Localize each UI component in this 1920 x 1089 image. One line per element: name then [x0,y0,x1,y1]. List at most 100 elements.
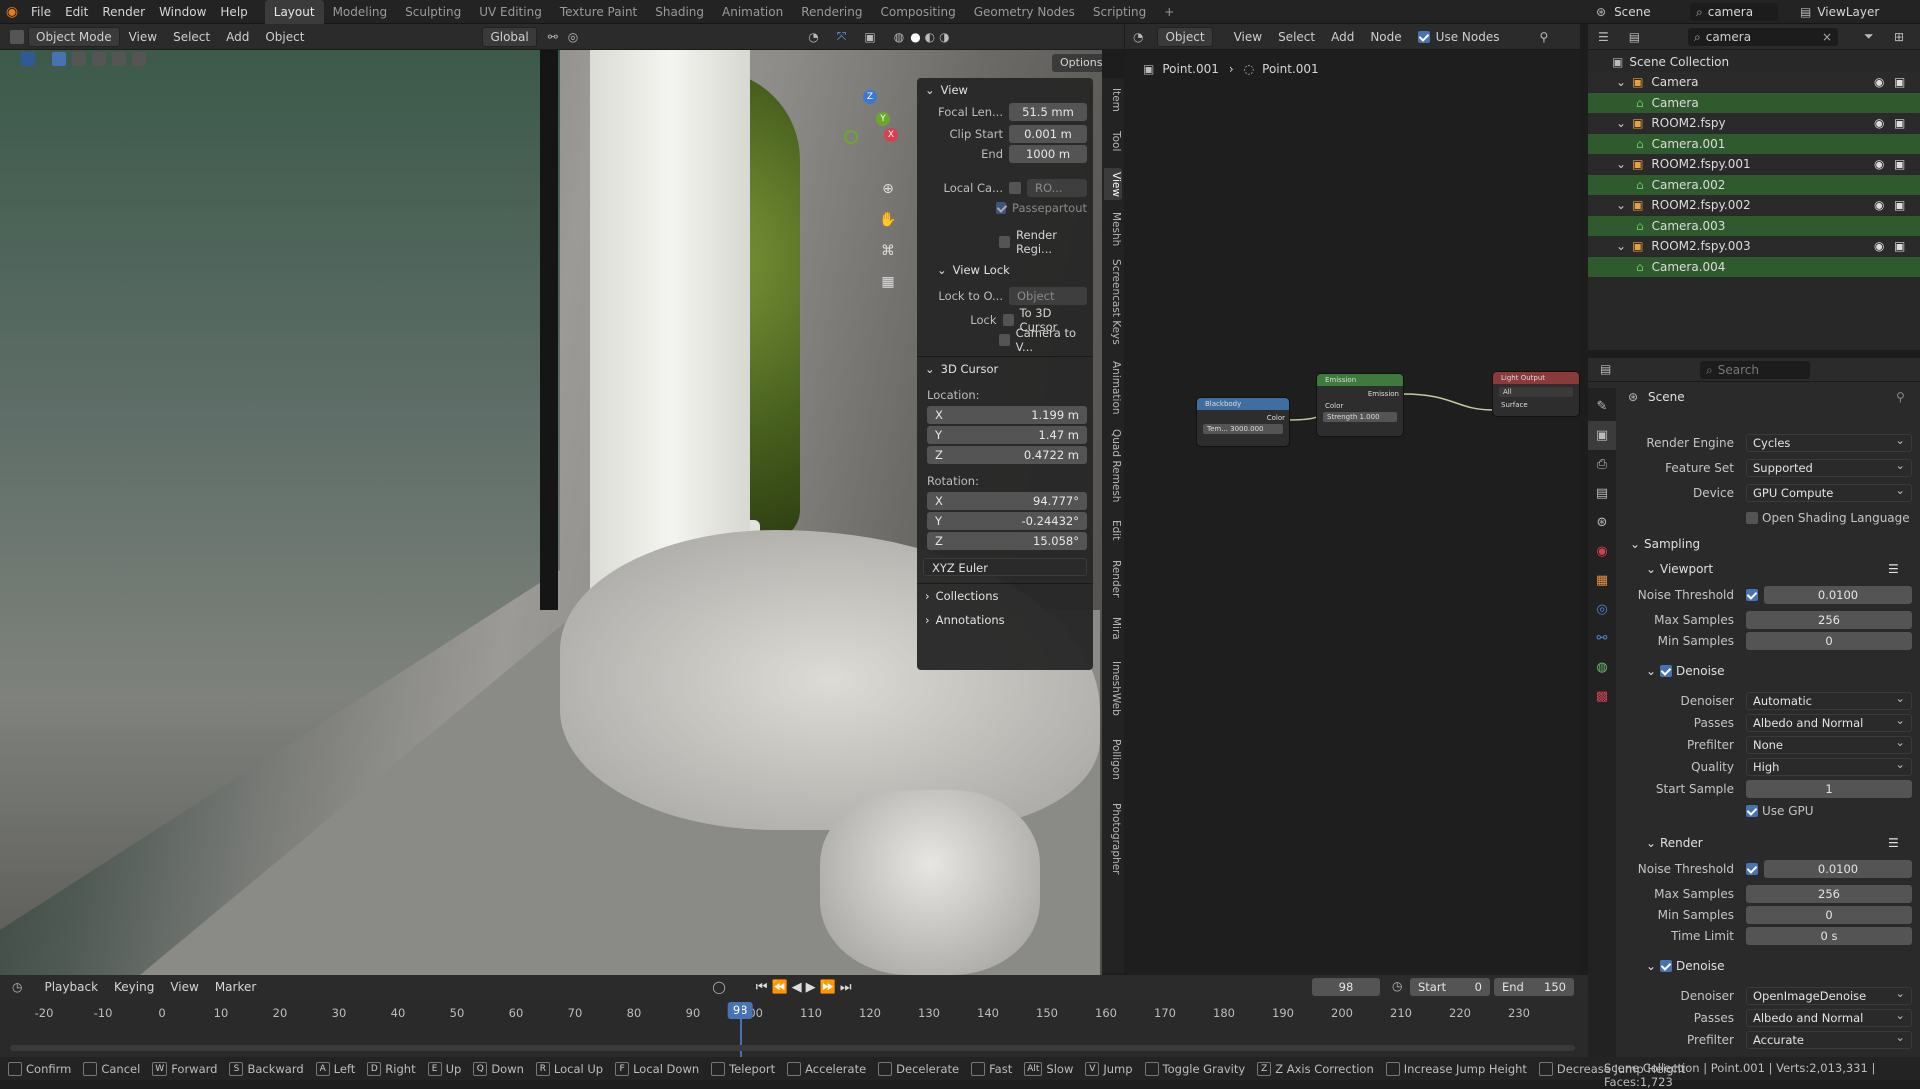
sidebar-tab-edit[interactable]: Edit [1104,516,1122,544]
properties-search-input[interactable]: ⌕ Search [1700,361,1810,379]
local-camera-checkbox[interactable] [1009,182,1021,194]
scene-search-input[interactable]: ⌕ camera [1690,3,1778,21]
collections-section-header[interactable]: › Collections [917,584,1093,608]
viewport-start-sample-field[interactable]: 1 [1746,780,1912,798]
menu-file[interactable]: File [24,0,58,24]
sidebar-tab-photographer[interactable]: Photographer [1104,796,1122,882]
select-extend-icon[interactable] [72,52,86,66]
render-denoise-section-header[interactable]: Denoise [1676,959,1725,973]
cursor-rotation-y-field[interactable]: Y -0.24432° [927,512,1087,530]
tab-animation[interactable]: Animation [713,0,792,24]
render-camera-icon[interactable]: ▣ [1894,239,1905,253]
light-output-node[interactable]: Light Output All Surface [1493,372,1579,416]
gizmo-icon[interactable]: ⤧ [837,29,847,44]
outliner-collection-row[interactable]: ⌄ ▣ ROOM2.fspy.003 ◉ ▣ [1588,236,1920,256]
cursor-rotation-z-field[interactable]: Z 15.058° [927,532,1087,550]
feature-set-dropdown[interactable]: Supported [1746,457,1912,477]
ortho-grid-icon[interactable]: ▦ [876,267,900,298]
chevron-down-icon[interactable]: ⌄ [1646,836,1656,850]
view-layer-tab-icon[interactable]: ▤ [1588,479,1616,508]
tab-shading[interactable]: Shading [646,0,713,24]
chevron-down-icon[interactable]: ⌄ [1646,664,1656,678]
camera-view-icon[interactable]: ⌘ [876,236,900,267]
render-passes-dropdown[interactable]: Albedo and Normal [1746,1007,1912,1027]
pan-hand-icon[interactable]: ✋ [876,205,900,236]
view-section-header[interactable]: ⌄ View [917,78,1093,102]
lock-to-object-field[interactable]: Object [1009,287,1087,305]
tab-modeling[interactable]: Modeling [324,0,397,24]
outliner-collection-row[interactable]: ⌄ ▣ ROOM2.fspy ◉ ▣ [1588,113,1920,133]
node-menu-select[interactable]: Select [1271,28,1322,46]
shading-solid-icon[interactable]: ● [910,30,920,44]
use-gpu-checkbox[interactable] [1746,805,1758,817]
cursor-location-y-field[interactable]: Y 1.47 m [927,426,1087,444]
viewlayer-selector[interactable]: ▤ ViewLayer [1800,2,1879,22]
emission-node[interactable]: Emission Emission Color Strength 1.000 [1317,374,1403,436]
camera-to-view-checkbox[interactable] [999,334,1010,346]
clip-end-field[interactable]: 1000 m [1009,145,1087,163]
sidebar-tab-render[interactable]: Render [1104,556,1122,602]
render-min-samples-field[interactable]: 0 [1746,906,1912,924]
node-editor-canvas[interactable]: ▣ Point.001 › ◌ Point.001 Blackbody Colo… [1125,50,1580,975]
viewport-menu-add[interactable]: Add [219,28,256,46]
render-engine-dropdown[interactable]: Cycles [1746,432,1912,452]
select-subtract-icon[interactable] [92,52,106,66]
sidebar-tab-item[interactable]: Item [1104,86,1122,114]
scene-selector[interactable]: ⊛ Scene [1596,2,1651,22]
menu-help[interactable]: Help [213,0,254,24]
sidebar-tab-imeshweb[interactable]: ImeshWeb [1104,654,1122,722]
visibility-eye-icon[interactable]: ◉ [1874,116,1884,130]
tab-texture-paint[interactable]: Texture Paint [551,0,646,24]
local-camera-field[interactable]: RO... [1027,179,1087,197]
tab-geometry-nodes[interactable]: Geometry Nodes [965,0,1084,24]
transform-orientation-dropdown[interactable]: Global [482,26,537,47]
node-menu-node[interactable]: Node [1363,28,1408,46]
outliner-collection-row[interactable]: ⌄ ▣ ROOM2.fspy.001 ◉ ▣ [1588,154,1920,174]
emission-strength-field[interactable]: Strength 1.000 [1323,412,1397,422]
presets-list-icon[interactable]: ☰ [1888,562,1899,576]
select-invert-icon[interactable] [112,52,126,66]
cursor-location-x-field[interactable]: X 1.199 m [927,406,1087,424]
node-menu-view[interactable]: View [1227,28,1269,46]
chevron-down-icon[interactable]: ⌄ [1616,198,1626,212]
viewport-menu-object[interactable]: Object [258,28,311,46]
lock-to-cursor-checkbox[interactable] [1002,314,1014,326]
viewport-denoise-section-header[interactable]: Denoise [1676,664,1725,678]
add-workspace-button[interactable]: + [1155,0,1183,24]
tool-tab-icon[interactable]: ✎ [1588,392,1616,421]
chevron-down-icon[interactable]: ⌄ [1616,75,1626,89]
viewport-menu-view[interactable]: View [122,28,164,46]
rotation-mode-dropdown[interactable]: XYZ Euler [923,558,1087,576]
menu-window[interactable]: Window [152,0,213,24]
render-camera-icon[interactable]: ▣ [1894,75,1905,89]
3d-cursor-section-header[interactable]: ⌄ 3D Cursor [917,357,1093,381]
render-tab-icon[interactable]: ▣ [1588,421,1616,450]
options-dropdown[interactable]: Options [1052,54,1102,72]
clip-start-field[interactable]: 0.001 m [1009,125,1087,143]
outliner-search-input[interactable]: ⌕ camera × [1688,28,1838,46]
tab-scripting[interactable]: Scripting [1084,0,1155,24]
sidebar-tab-meshh[interactable]: Meshh [1104,212,1122,246]
shading-rendered-icon[interactable]: ◑ [939,30,949,44]
passepartout-checkbox[interactable] [996,202,1007,214]
visibility-eye-icon[interactable]: ◉ [1874,239,1884,253]
sidebar-tab-screencast-keys[interactable]: Screencast Keys [1104,256,1122,348]
chevron-down-icon[interactable]: ⌄ [1616,116,1626,130]
viewport-denoise-checkbox[interactable] [1660,665,1672,677]
sidebar-tab-animation[interactable]: Animation [1104,360,1122,416]
select-intersect-icon[interactable] [132,52,146,66]
render-denoise-checkbox[interactable] [1660,960,1672,972]
use-nodes-checkbox[interactable] [1417,30,1430,43]
blender-logo-icon[interactable]: ◉ [0,4,24,20]
timeline-scrollbar[interactable] [10,1045,1575,1051]
timeline[interactable]: ◷ Playback Keying View Marker ◯ ⏮ ⏪ ◀ ▶ ⏩ ⏭… [0,975,1588,1057]
navigation-gizmo[interactable]: Z Y X [838,90,908,180]
viewport-max-samples-field[interactable]: 256 [1746,611,1912,629]
axis-neg-y-icon[interactable] [844,130,858,144]
snap-icon[interactable]: ⚯ [548,30,558,44]
tab-layout[interactable]: Layout [264,0,324,24]
node-editor-type-icon[interactable]: ◔ [1133,30,1143,44]
data-tab-icon[interactable]: ◍ [1588,653,1616,682]
sidebar-tab-view[interactable]: View [1104,168,1122,200]
texture-tab-icon[interactable]: ▩ [1588,682,1616,711]
